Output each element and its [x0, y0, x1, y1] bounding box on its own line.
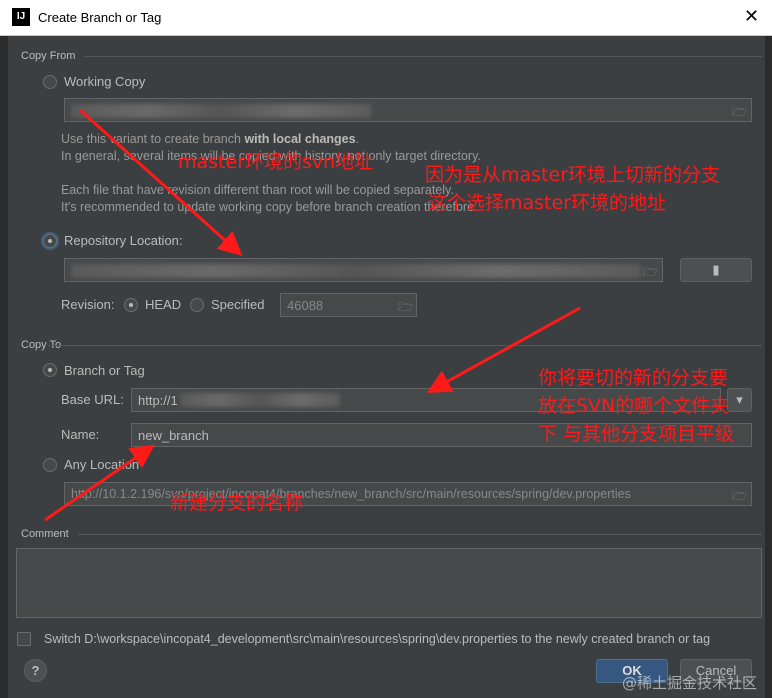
annotation-arrows	[44, 108, 581, 522]
annotation-branch-name: 新建分支的名称	[170, 492, 304, 514]
annotation-target-2: 放在SVN的哪个文件夹	[538, 395, 730, 417]
annotation-reason-2: 这个选择master环境的地址	[428, 192, 667, 214]
arrow-to-repository-location	[78, 108, 243, 257]
arrow-to-name	[44, 444, 155, 522]
annotation-target-1: 你将要切的新的分支要	[538, 367, 729, 389]
watermark: @稀土掘金技术社区	[622, 674, 758, 692]
annotation-target-3: 下 与其他分支项目平级	[538, 423, 735, 445]
annotation-svn-address: master环境的svn地址	[178, 151, 374, 173]
annotation-reason-1: 因为是从master环境上切新的分支	[425, 164, 721, 186]
